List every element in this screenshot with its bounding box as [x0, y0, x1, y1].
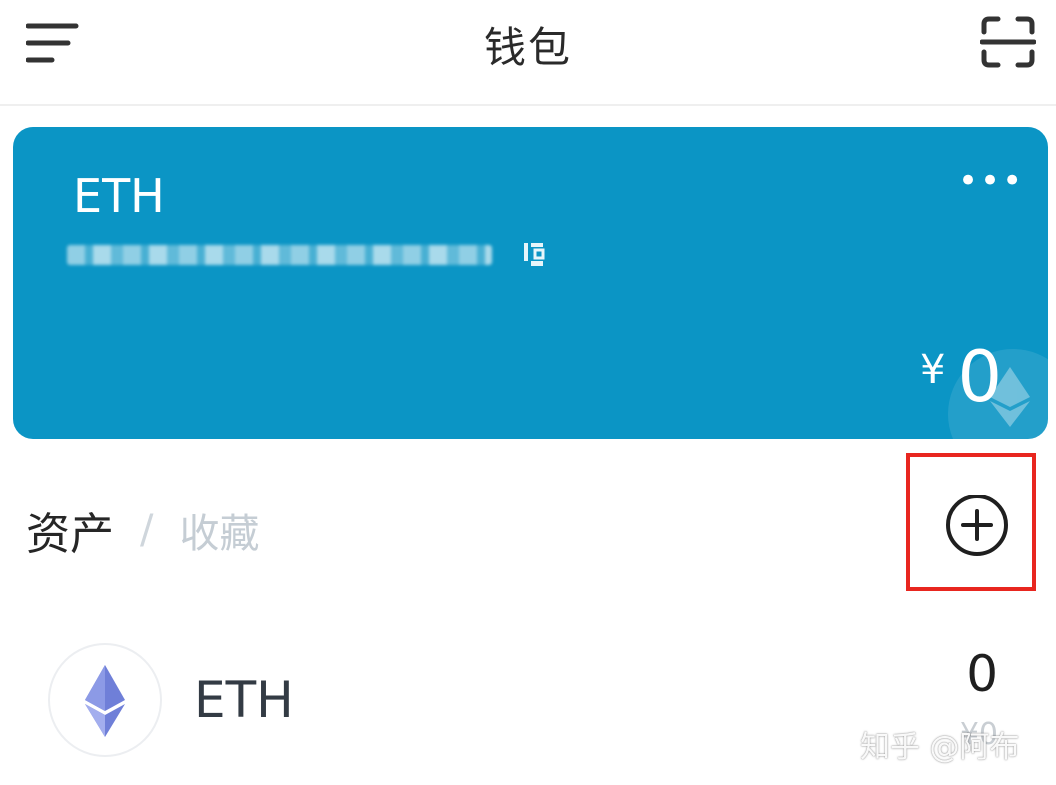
tab-assets[interactable]: 资产	[26, 498, 114, 562]
top-bar: 钱包	[0, 0, 1056, 106]
highlight-annotation-box	[906, 453, 1036, 591]
scan-button[interactable]	[979, 16, 1037, 68]
wallet-screen: 钱包 ETH ••• ¥ 0 资产 / 收藏 ETH 0 ¥0 知乎 @阿布	[0, 0, 1056, 785]
wallet-address-blurred	[67, 245, 492, 265]
asset-balance: 0	[966, 645, 998, 703]
wallet-address-row[interactable]	[67, 235, 546, 275]
wallet-name: ETH	[73, 169, 165, 223]
asset-tabs: 资产 / 收藏	[26, 498, 259, 562]
ethereum-icon	[85, 665, 125, 737]
balance-amount: 0	[957, 336, 1002, 418]
wallet-card[interactable]: ETH ••• ¥ 0	[13, 127, 1048, 439]
tab-separator: /	[140, 507, 154, 553]
qr-code-icon[interactable]	[522, 241, 546, 269]
more-options-button[interactable]: •••	[958, 164, 1022, 203]
wallet-balance: ¥ 0	[920, 337, 1002, 417]
ethereum-logo	[48, 643, 162, 757]
tab-favorites[interactable]: 收藏	[179, 501, 259, 559]
currency-symbol: ¥	[920, 347, 946, 393]
page-title: 钱包	[483, 23, 572, 72]
scan-icon	[979, 16, 1037, 68]
watermark: 知乎 @阿布	[860, 730, 1020, 765]
asset-name: ETH	[194, 671, 294, 729]
